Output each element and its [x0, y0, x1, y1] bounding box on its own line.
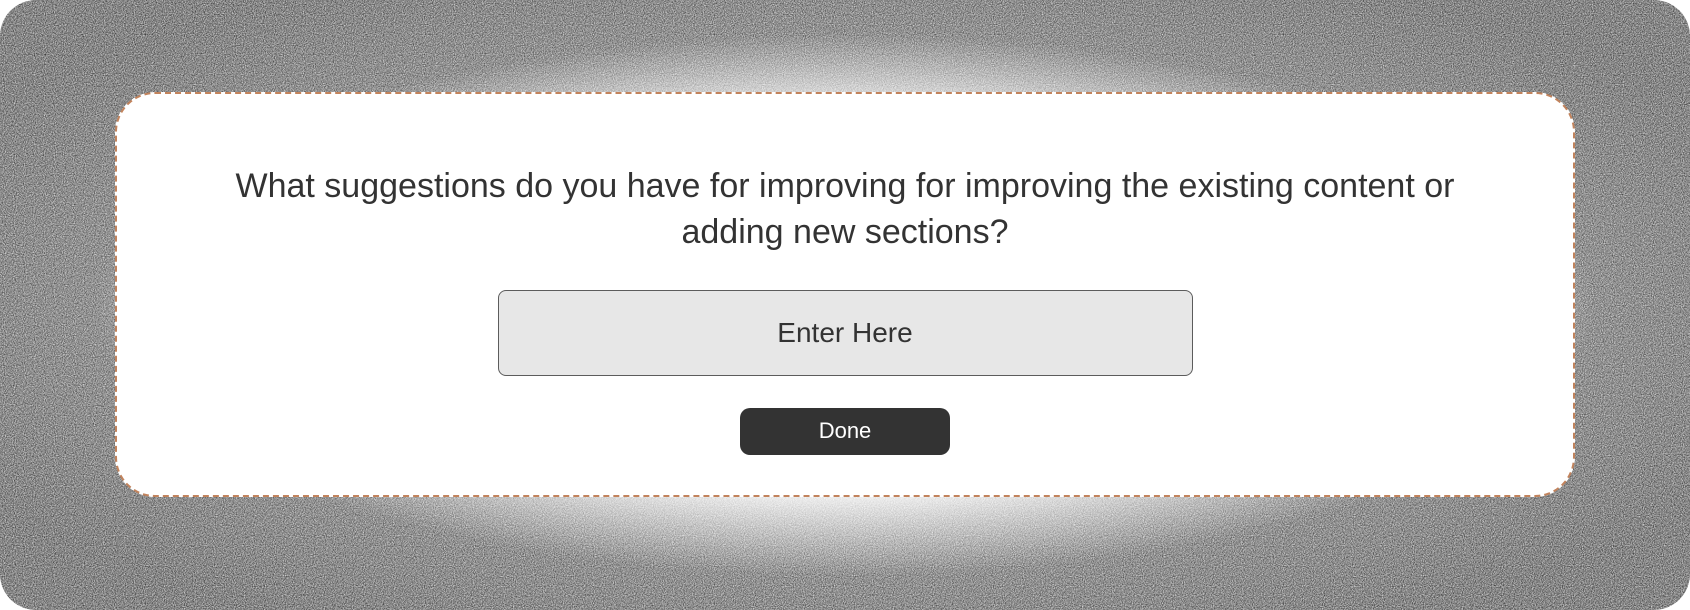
question-text: What suggestions do you have for improvi…: [215, 164, 1475, 256]
feedback-card: What suggestions do you have for improvi…: [115, 92, 1575, 497]
done-button[interactable]: Done: [740, 408, 950, 455]
stage: What suggestions do you have for improvi…: [0, 0, 1690, 610]
suggestions-input[interactable]: [498, 290, 1193, 376]
